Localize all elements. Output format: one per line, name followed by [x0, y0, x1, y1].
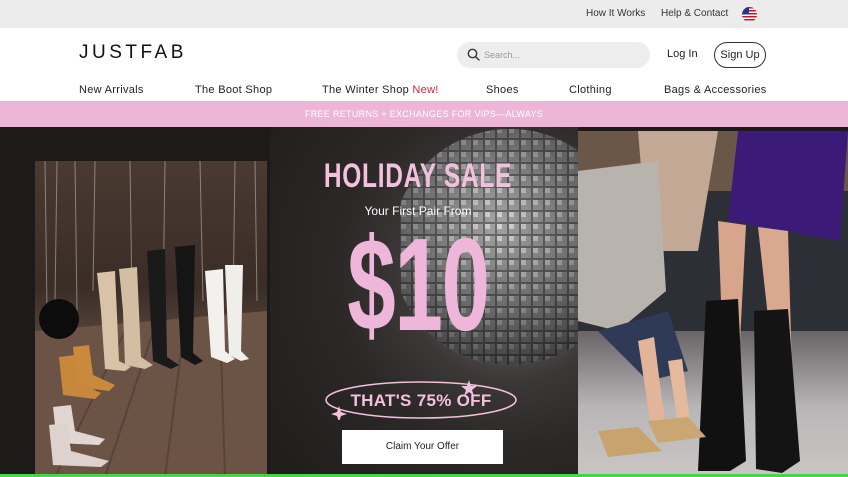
signup-button[interactable]: Sign Up — [714, 42, 766, 68]
login-link[interactable]: Log In — [667, 48, 698, 60]
brand-logo[interactable]: JUSTFAB — [79, 42, 187, 64]
nav-new-arrivals[interactable]: New Arrivals — [79, 84, 144, 96]
nav-winter-shop-label: The Winter Shop — [322, 84, 410, 96]
nav-winter-shop[interactable]: The Winter Shop New! — [322, 84, 439, 96]
sale-title: HOLIDAY SALE — [323, 157, 513, 195]
hero-banner[interactable]: HOLIDAY SALE Your First Pair From $10 TH… — [0, 127, 848, 477]
nav-shoes[interactable]: Shoes — [486, 84, 519, 96]
nav-clothing[interactable]: Clothing — [569, 84, 612, 96]
sale-price: $10 — [347, 211, 490, 358]
search-box[interactable]: Search... — [457, 42, 650, 68]
us-flag-icon[interactable] — [742, 7, 757, 22]
utility-bar: How It Works Help & Contact — [0, 0, 848, 28]
search-input[interactable]: Search... — [484, 50, 520, 60]
nav-bags-accessories[interactable]: Bags & Accessories — [664, 84, 767, 96]
boots-product-photo[interactable] — [35, 161, 267, 477]
promo-banner[interactable]: FREE RETURNS + EXCHANGES FOR VIPS—ALWAYS — [0, 101, 848, 127]
help-contact-link[interactable]: Help & Contact — [661, 8, 728, 19]
claim-offer-button[interactable]: Claim Your Offer — [342, 430, 503, 464]
search-icon — [467, 48, 480, 61]
how-it-works-link[interactable]: How It Works — [586, 8, 645, 19]
new-badge: New! — [412, 84, 439, 96]
nav-boot-shop[interactable]: The Boot Shop — [195, 84, 272, 96]
models-lifestyle-photo[interactable] — [578, 131, 848, 477]
discount-text: THAT'S 75% OFF — [350, 391, 492, 410]
